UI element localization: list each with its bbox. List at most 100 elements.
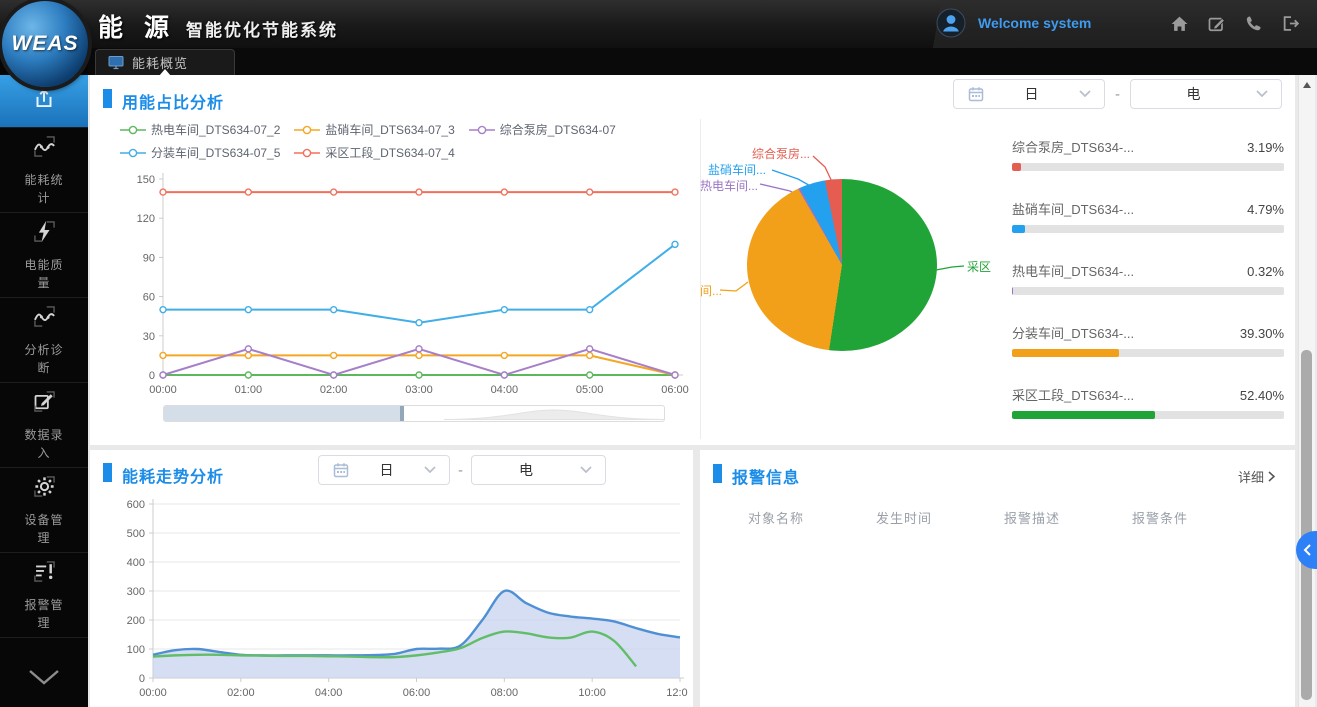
- main-content: 用能占比分析 日 - 电 热电车间_DTS634-07_2 盐硝车间_DTS634…: [88, 75, 1317, 707]
- edit-icon[interactable]: [1207, 14, 1226, 33]
- datazoom-slider[interactable]: [163, 405, 665, 422]
- alarm-detail-label: 详细: [1238, 467, 1264, 486]
- usage-ratio-title: 用能占比分析: [122, 89, 224, 113]
- pie-block: 综合泵房... 盐硝车间... 热电车间... 间... 采区: [700, 139, 1000, 384]
- sidebar-item-label: 数据录入: [23, 426, 65, 462]
- trend-area-chart[interactable]: 010020030040050060000:0002:0004:0006:000…: [98, 492, 688, 704]
- expand-more-icon: [22, 667, 66, 694]
- ranking-name: 综合泵房_DTS634-...: [1012, 137, 1134, 156]
- ranking-percent: 4.79%: [1247, 202, 1284, 217]
- svg-text:120: 120: [137, 213, 155, 225]
- svg-text:400: 400: [127, 557, 145, 569]
- sidebar-item-power-quality[interactable]: 电能质量: [0, 212, 88, 297]
- legend-marker-icon: [294, 148, 320, 158]
- sidebar-item-label: 设备管理: [23, 511, 65, 547]
- svg-text:12:00: 12:00: [666, 687, 688, 699]
- ranking-percent: 3.19%: [1247, 140, 1284, 155]
- alarm-column-header: 对象名称: [748, 508, 804, 527]
- ranking-row: 综合泵房_DTS634-... 3.19%: [1012, 137, 1284, 171]
- legend-item[interactable]: 热电车间_DTS634-07_2: [120, 121, 280, 138]
- ranking-bar-track: [1012, 287, 1284, 295]
- trend-period-value: 日: [349, 460, 424, 480]
- datazoom-selection[interactable]: [164, 406, 404, 421]
- scrollbar-thumb[interactable]: [1301, 350, 1312, 700]
- alarm-table-header: 对象名称发生时间报警描述报警条件: [748, 508, 1188, 527]
- trend-energy-type-select[interactable]: 电: [471, 455, 606, 485]
- tab-energy-overview[interactable]: 能耗概览: [95, 49, 235, 75]
- ranking-bar-track: [1012, 411, 1284, 419]
- sidebar-item-label: 报警管理: [23, 596, 65, 632]
- ranking-name: 采区工段_DTS634-...: [1012, 385, 1134, 404]
- svg-text:0: 0: [149, 370, 155, 382]
- weas-logo-text: WEAS: [12, 32, 79, 56]
- phone-icon[interactable]: [1244, 14, 1263, 33]
- svg-text:100: 100: [127, 644, 145, 656]
- svg-text:00:00: 00:00: [149, 384, 177, 396]
- svg-text:04:00: 04:00: [491, 384, 519, 396]
- ranking-bar-fill: [1012, 225, 1025, 233]
- usage-line-chart[interactable]: 030609012015000:0001:0002:0003:0004:0005…: [95, 165, 695, 400]
- section-marker: [103, 89, 112, 108]
- ranking-row: 分装车间_DTS634-...39.30%: [1012, 323, 1284, 357]
- svg-text:06:00: 06:00: [403, 687, 431, 699]
- energy-trend-title: 能耗走势分析: [122, 463, 224, 487]
- ranking-row: 热电车间_DTS634-...0.32%: [1012, 261, 1284, 295]
- energy-type-select[interactable]: 电: [1130, 79, 1282, 109]
- pie-label-yanxiaochejian[interactable]: 盐硝车间...: [708, 161, 766, 178]
- active-tab-caret: [159, 69, 171, 76]
- ranking-bar-fill: [1012, 163, 1021, 171]
- vertical-scrollbar[interactable]: [1298, 75, 1315, 707]
- legend-item[interactable]: 分装车间_DTS634-07_5: [120, 144, 280, 161]
- legend-item[interactable]: 综合泵房_DTS634-07: [469, 121, 616, 138]
- analysis-icon: [31, 303, 58, 335]
- sidebar: 能耗统计电能质量分析诊断数据录入设备管理报警管理: [0, 48, 88, 707]
- sidebar-item-label: 分析诊断: [23, 341, 65, 377]
- logout-icon[interactable]: [1281, 14, 1300, 33]
- svg-text:01:00: 01:00: [235, 384, 263, 396]
- svg-text:00:00: 00:00: [139, 687, 167, 699]
- sidebar-item-expand-more[interactable]: [0, 637, 88, 707]
- sidebar-item-analysis-diagnosis[interactable]: 分析诊断: [0, 297, 88, 382]
- weas-logo[interactable]: WEAS: [2, 1, 88, 87]
- sidebar-item-data-entry[interactable]: 数据录入: [0, 382, 88, 467]
- home-icon[interactable]: [1170, 14, 1189, 33]
- sidebar-item-energy-stats[interactable]: 能耗统计: [0, 127, 88, 212]
- section-marker: [713, 464, 722, 483]
- user-avatar-icon[interactable]: [936, 8, 966, 38]
- pie-label-caiqugongduan[interactable]: 采区: [967, 258, 991, 275]
- pie-label-redianchejian[interactable]: 热电车间...: [700, 177, 758, 194]
- usage-pie-chart[interactable]: [747, 179, 937, 351]
- scroll-up-arrow-icon[interactable]: [1303, 82, 1311, 88]
- calendar-icon: [968, 86, 984, 102]
- ranking-name: 热电车间_DTS634-...: [1012, 261, 1134, 280]
- legend-label: 热电车间_DTS634-07_2: [151, 121, 280, 138]
- legend-item[interactable]: 盐硝车间_DTS634-07_3: [294, 121, 454, 138]
- range-separator: -: [1115, 86, 1120, 103]
- user-area: Welcome system: [936, 8, 1091, 38]
- pie-label-zonghebengfang[interactable]: 综合泵房...: [752, 145, 810, 162]
- ranking-row: 采区工段_DTS634-... 52.40%: [1012, 385, 1284, 419]
- svg-text:06:00: 06:00: [661, 384, 689, 396]
- alarm-detail-link[interactable]: 详细: [1238, 467, 1275, 486]
- chevron-down-icon: [580, 466, 592, 474]
- monitor-icon: [108, 55, 124, 70]
- svg-text:08:00: 08:00: [491, 687, 519, 699]
- sidebar-item-device-management[interactable]: 设备管理: [0, 467, 88, 552]
- period-value: 日: [984, 84, 1079, 104]
- legend-item[interactable]: 采区工段_DTS634-07_4: [294, 144, 454, 161]
- svg-text:02:00: 02:00: [227, 687, 255, 699]
- trend-period-select[interactable]: 日: [318, 455, 450, 485]
- svg-text:03:00: 03:00: [405, 384, 433, 396]
- app-title-primary: 能 源: [98, 8, 176, 44]
- sidebar-item-alarm-management[interactable]: 报警管理: [0, 552, 88, 637]
- panel-usage-ratio: 用能占比分析 日 - 电 热电车间_DTS634-07_2 盐硝车间_DTS634…: [90, 75, 1295, 445]
- legend-label: 盐硝车间_DTS634-07_3: [325, 121, 454, 138]
- pie-label-fenzhuangchejian[interactable]: 间...: [700, 282, 722, 299]
- svg-text:05:00: 05:00: [576, 384, 604, 396]
- ranking-name: 盐硝车间_DTS634-...: [1012, 199, 1134, 218]
- ranking-percent: 52.40%: [1240, 388, 1284, 403]
- alarm-column-header: 报警条件: [1132, 508, 1188, 527]
- legend-marker-icon: [120, 125, 146, 135]
- legend-label: 综合泵房_DTS634-07: [500, 121, 616, 138]
- period-select[interactable]: 日: [953, 79, 1105, 109]
